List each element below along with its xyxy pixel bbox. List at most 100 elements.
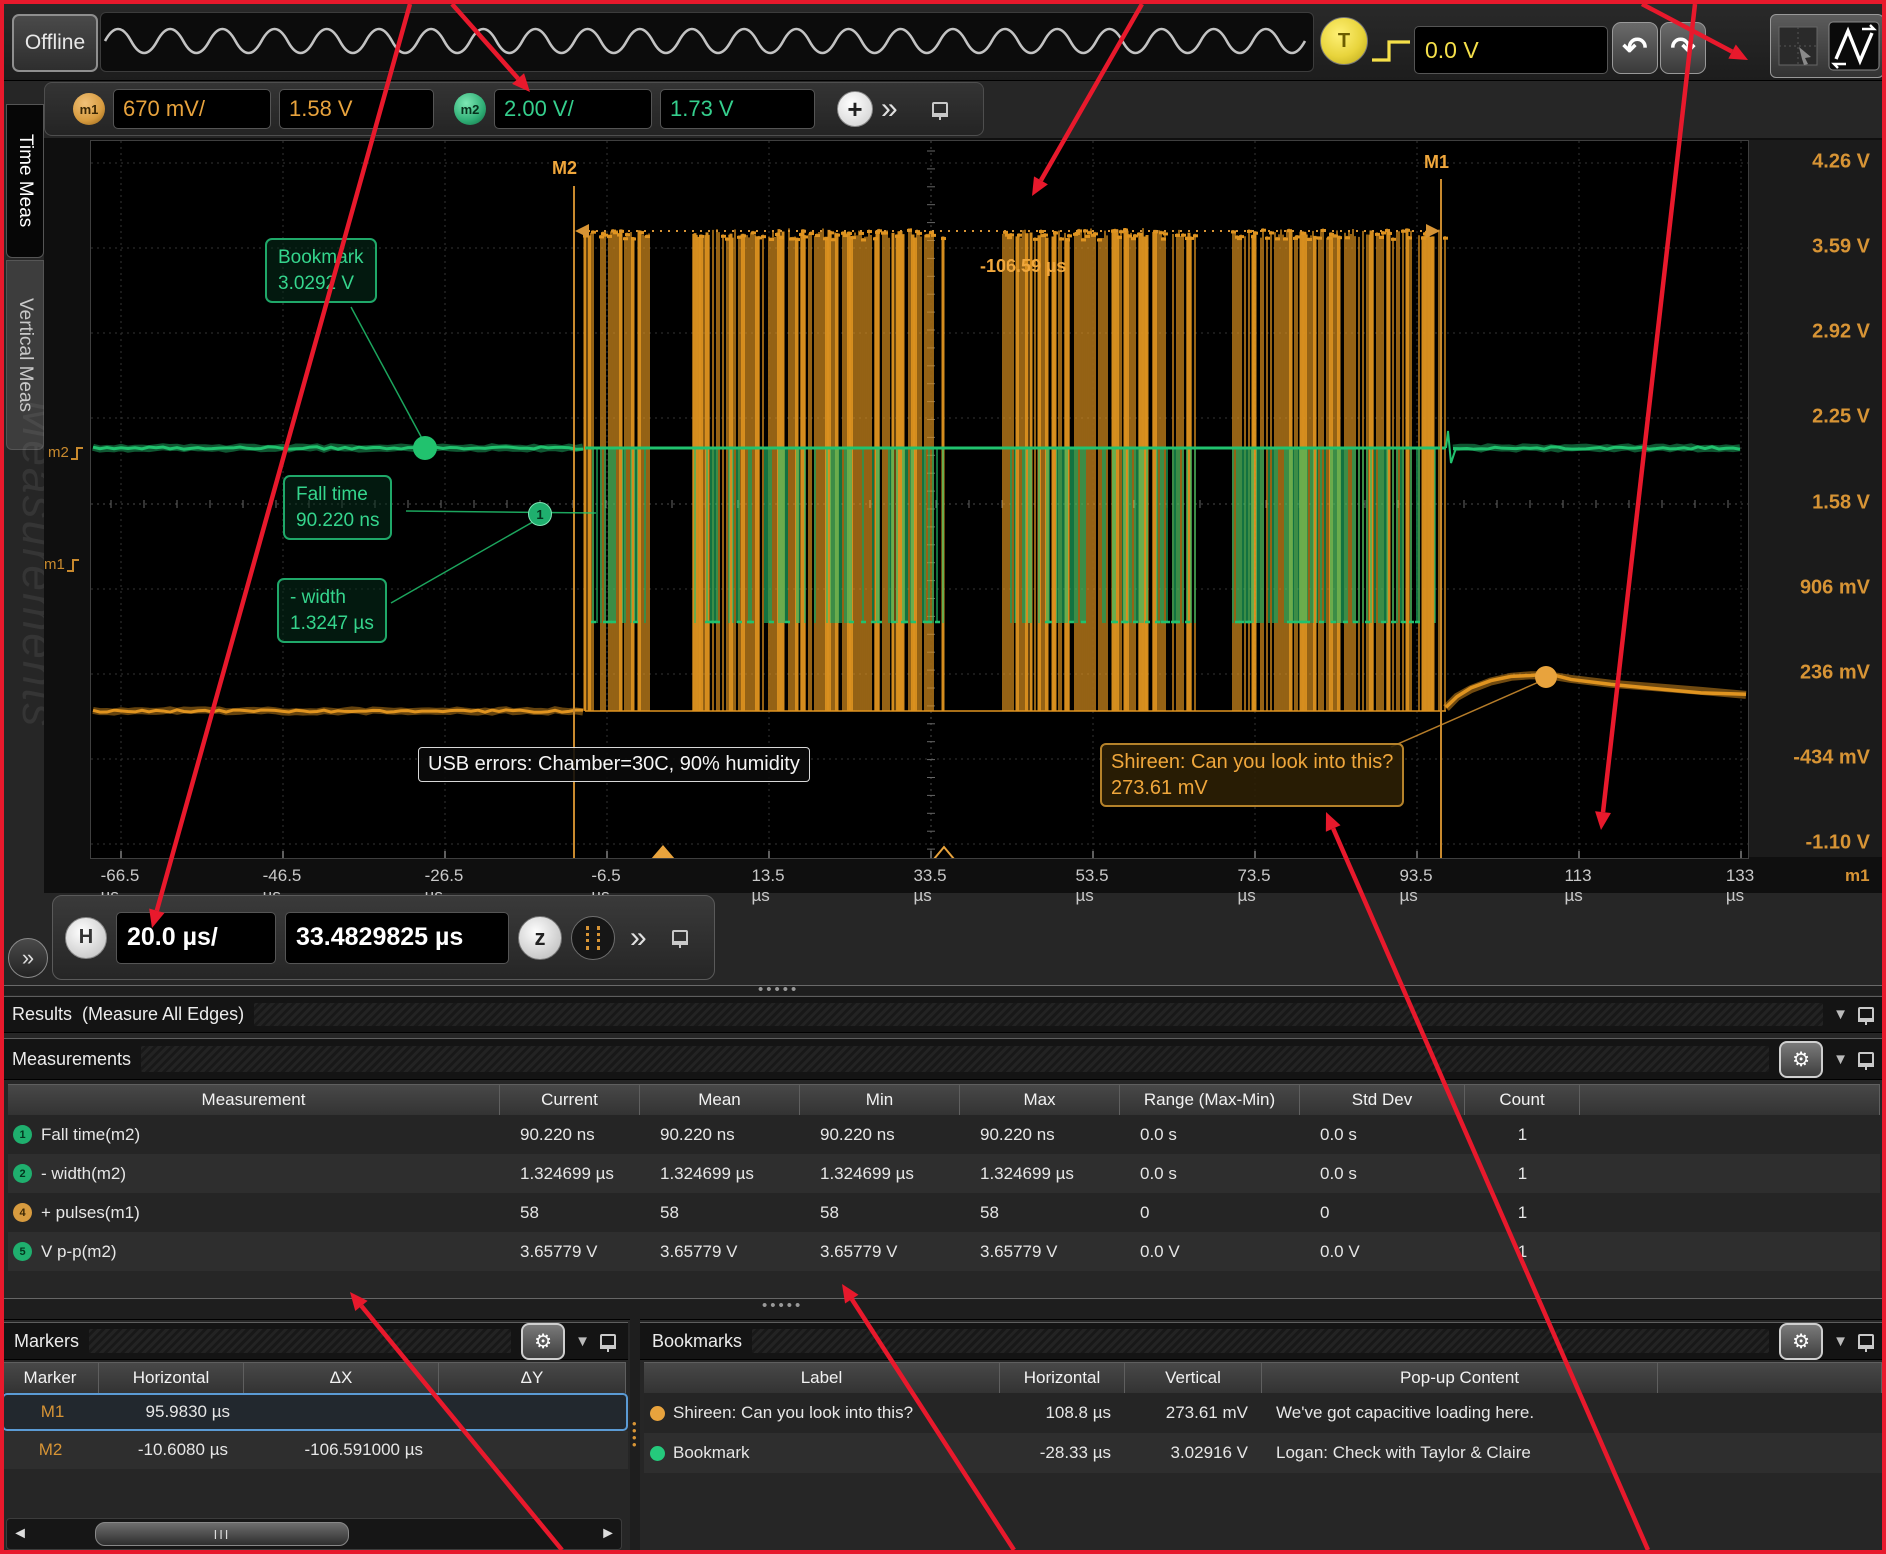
expand-button[interactable]: » <box>8 938 48 978</box>
scope-cursor-icon[interactable] <box>1775 23 1821 69</box>
m1-reference-indicator[interactable]: m1 <box>44 556 80 573</box>
orange-bookmark-dot-icon <box>650 1406 665 1421</box>
bookmarks-table-header: LabelHorizontalVerticalPop-up Content <box>644 1362 1882 1394</box>
timebase-scale-field[interactable]: 20.0 µs/ <box>116 912 276 964</box>
pin-icon[interactable] <box>1858 1007 1874 1022</box>
column-header[interactable]: Label <box>644 1362 1000 1394</box>
column-header[interactable]: Pop-up Content <box>1262 1362 1658 1394</box>
cell: 0 <box>1120 1193 1300 1232</box>
cell: 0.0 V <box>1300 1232 1465 1271</box>
scroll-left-icon[interactable]: ◄ <box>7 1525 33 1543</box>
scroll-right-icon[interactable]: ► <box>595 1525 621 1543</box>
gear-icon[interactable]: ⚙ <box>1779 1041 1823 1078</box>
shireen-bookmark-box[interactable]: Shireen: Can you look into this? 273.61 … <box>1100 743 1404 807</box>
undo-button[interactable]: ↶ <box>1612 22 1658 74</box>
pin-icon[interactable] <box>932 102 948 117</box>
cell: 3.65779 V <box>800 1232 960 1271</box>
collapse-arrow-icon[interactable]: ▼ <box>575 1333 590 1350</box>
column-header[interactable]: Current <box>500 1084 640 1116</box>
measurement-badge: 2 <box>13 1164 32 1183</box>
falltime-callout-box[interactable]: Fall time 90.220 ns <box>283 475 392 540</box>
measurement-badge: 5 <box>13 1242 32 1261</box>
measurement-row[interactable]: 2- width(m2)1.324699 µs1.324699 µs1.3246… <box>8 1154 1880 1193</box>
offline-button[interactable]: Offline <box>12 14 98 72</box>
gear-icon[interactable]: ⚙ <box>1779 1323 1823 1360</box>
column-header[interactable]: Horizontal <box>1000 1362 1125 1394</box>
pin-icon[interactable] <box>1858 1334 1874 1349</box>
m2-reference-indicator[interactable]: m2 <box>48 444 84 461</box>
column-header[interactable]: Measurement <box>8 1084 500 1116</box>
more-chevrons-icon[interactable]: » <box>630 923 647 953</box>
width-callout-box[interactable]: - width 1.3247 µs <box>277 578 387 643</box>
measurement-row[interactable]: 4+ pulses(m1)58585858001 <box>8 1193 1880 1232</box>
column-header[interactable] <box>1580 1084 1880 1116</box>
column-header[interactable]: Mean <box>640 1084 800 1116</box>
markers-title: Markers <box>14 1331 79 1352</box>
voltage-tick-label: 3.59 V <box>1812 236 1870 259</box>
column-header[interactable]: ΔX <box>244 1362 439 1394</box>
column-header[interactable]: Min <box>800 1084 960 1116</box>
cell: 0.0 s <box>1300 1115 1465 1154</box>
m2-marker-label[interactable]: M2 <box>552 158 577 179</box>
gear-icon[interactable]: ⚙ <box>521 1323 565 1360</box>
add-waveform-button[interactable]: + <box>837 91 873 127</box>
column-header[interactable]: Marker <box>2 1362 99 1394</box>
column-header[interactable]: ΔY <box>439 1362 626 1394</box>
collapse-arrow-icon[interactable]: ▼ <box>1833 1006 1848 1023</box>
cell: -28.33 µs <box>1000 1433 1125 1473</box>
markers-table-header: MarkerHorizontalΔXΔY <box>2 1362 628 1394</box>
horizontal-splitter[interactable] <box>0 1298 1886 1320</box>
measurement-row[interactable]: 5V p-p(m2)3.65779 V3.65779 V3.65779 V3.6… <box>8 1232 1880 1271</box>
bookmark-callout-box[interactable]: Bookmark 3.0292 V <box>265 238 377 303</box>
pin-icon[interactable] <box>600 1334 616 1349</box>
m1-scale-field[interactable]: 670 mV/ <box>113 89 271 129</box>
column-header[interactable]: Vertical <box>1125 1362 1262 1394</box>
horizontal-splitter[interactable] <box>0 985 1886 995</box>
cell <box>439 1431 626 1469</box>
measurement-row[interactable]: 1Fall time(m2)90.220 ns90.220 ns90.220 n… <box>8 1115 1880 1154</box>
m1-channel-badge[interactable]: m1 <box>73 93 105 125</box>
marker-row[interactable]: M2-10.6080 µs-106.591000 µs <box>2 1431 628 1469</box>
width-callout-value: 1.3247 µs <box>290 611 374 637</box>
pin-icon[interactable] <box>1858 1052 1874 1067</box>
usb-errors-note[interactable]: USB errors: Chamber=30C, 90% humidity <box>418 747 810 782</box>
m1-marker-label[interactable]: M1 <box>1424 152 1449 173</box>
column-header[interactable]: Horizontal <box>99 1362 244 1394</box>
tab-time-meas[interactable]: Time Meas <box>6 104 44 258</box>
bookmark-row[interactable]: Shireen: Can you look into this?108.8 µs… <box>644 1393 1882 1433</box>
m1-offset-field[interactable]: 1.58 V <box>279 89 434 129</box>
marker-row[interactable]: M195.9830 µs <box>2 1393 628 1431</box>
cell: 1 <box>1465 1154 1580 1193</box>
more-chevrons-icon[interactable]: » <box>881 94 898 124</box>
splitter-handle-dots[interactable]: ••••• <box>762 1297 803 1314</box>
cell: 1Fall time(m2) <box>8 1115 500 1154</box>
column-header[interactable] <box>1658 1362 1882 1394</box>
horizontal-badge[interactable]: H <box>65 917 107 959</box>
trigger-badge[interactable]: T <box>1320 17 1368 65</box>
collapse-arrow-icon[interactable]: ▼ <box>1833 1333 1848 1350</box>
redo-button[interactable]: ↷ <box>1660 22 1706 74</box>
tracking-button[interactable] <box>571 916 615 960</box>
trigger-level-field[interactable]: 0.0 V <box>1414 26 1608 74</box>
m2-scale-field[interactable]: 2.00 V/ <box>494 89 652 129</box>
pin-icon[interactable] <box>672 930 688 945</box>
column-header[interactable]: Count <box>1465 1084 1580 1116</box>
zoom-button[interactable]: z <box>518 916 562 960</box>
timebase-position-field[interactable]: 33.4829825 µs <box>285 912 509 964</box>
signal-preview-strip[interactable] <box>100 12 1314 72</box>
cell <box>1658 1433 1882 1473</box>
column-header[interactable]: Range (Max-Min) <box>1120 1084 1300 1116</box>
markers-scrollbar[interactable]: ◄ III ► <box>6 1518 622 1550</box>
column-header[interactable]: Max <box>960 1084 1120 1116</box>
m2-channel-badge[interactable]: m2 <box>454 93 486 125</box>
scrollbar-thumb[interactable]: III <box>95 1522 349 1546</box>
marker-delta-label: -106.59 µs <box>980 256 1066 277</box>
collapse-arrow-icon[interactable]: ▼ <box>1833 1051 1848 1068</box>
splitter-handle-dots[interactable]: •••• <box>632 1420 637 1448</box>
waveform-arrows-icon[interactable] <box>1828 21 1880 71</box>
measurement-1-marker[interactable]: 1 <box>528 502 552 526</box>
bookmark-row[interactable]: Bookmark-28.33 µs3.02916 VLogan: Check w… <box>644 1433 1882 1473</box>
column-header[interactable]: Std Dev <box>1300 1084 1465 1116</box>
voltage-tick-label: -1.10 V <box>1806 832 1870 855</box>
m2-offset-field[interactable]: 1.73 V <box>660 89 815 129</box>
